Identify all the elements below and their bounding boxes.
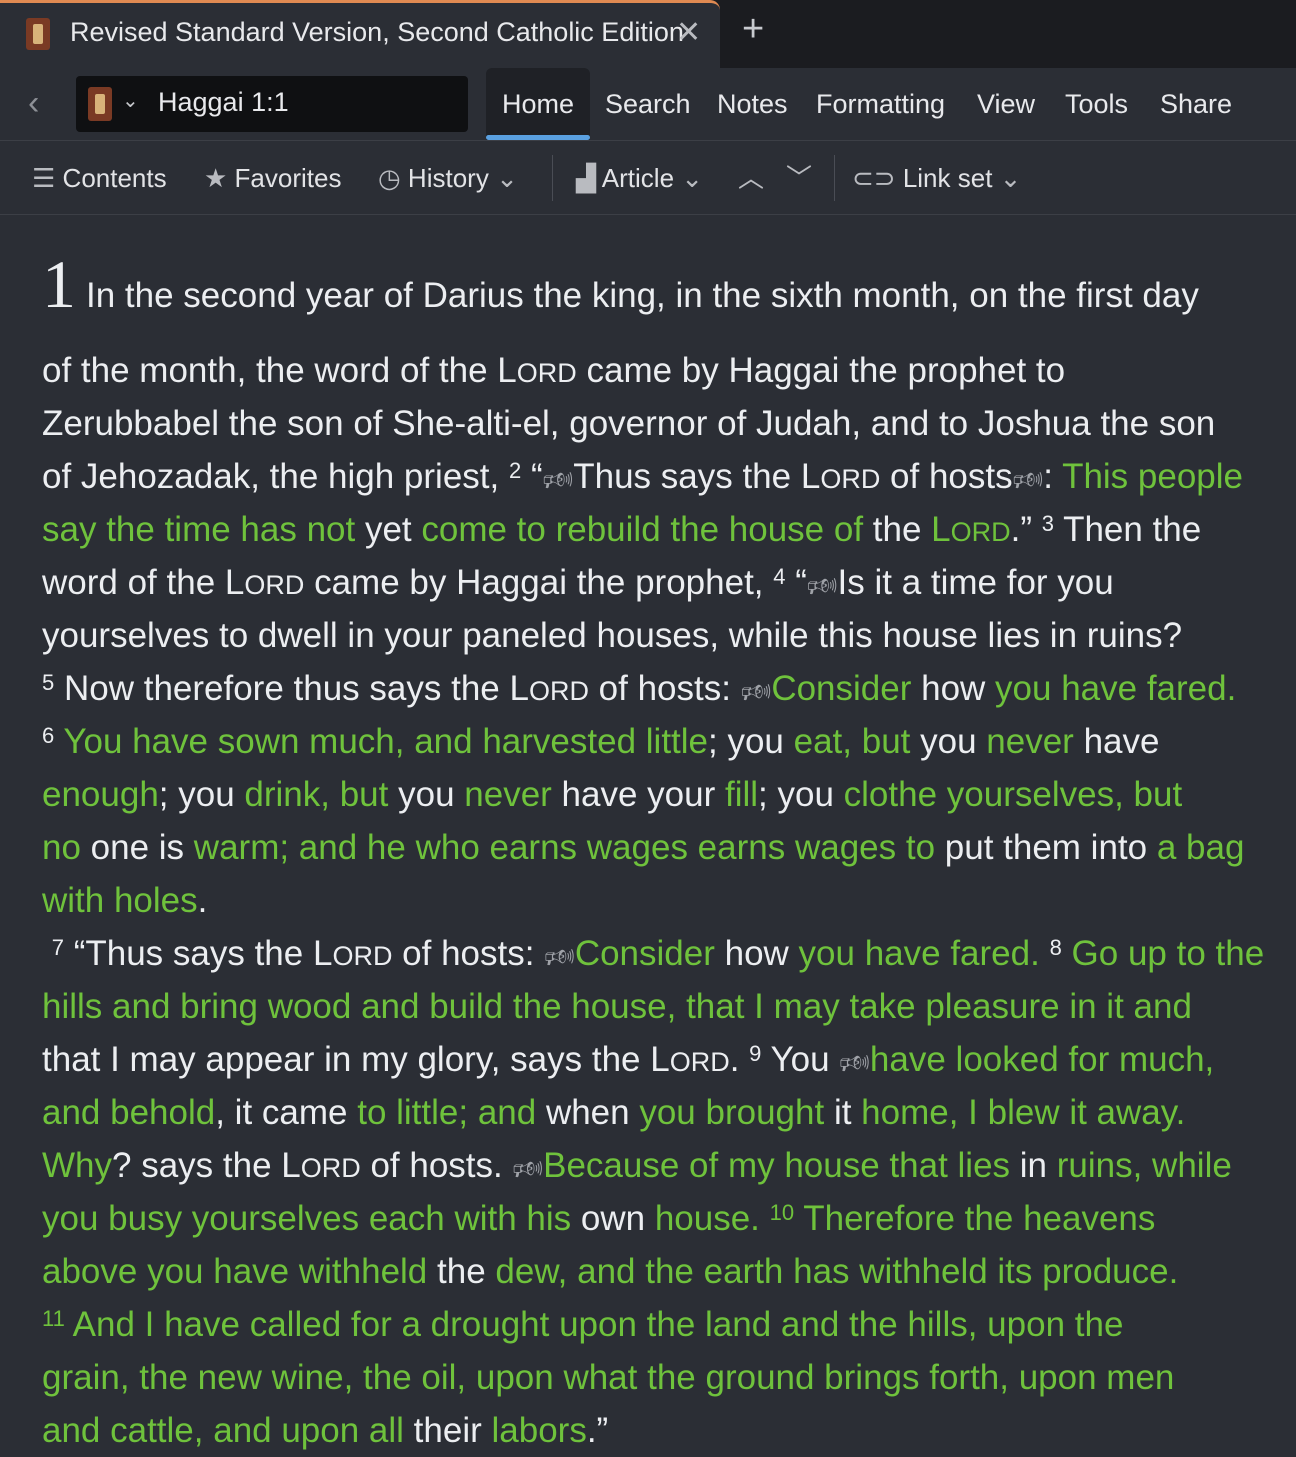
navigation-row: ‹ ⌄ Haggai 1:1 Home Search Notes Formatt…	[0, 68, 1296, 141]
tab-view[interactable]: View	[977, 68, 1035, 140]
link-set-button[interactable]: ⊂⊃ Link set ⌄	[852, 141, 1021, 215]
tab-share[interactable]: Share	[1160, 68, 1232, 140]
speech-marker-icon[interactable]: 🕬	[741, 679, 772, 706]
article-label: Article	[601, 163, 675, 193]
tab-notes[interactable]: Notes	[717, 68, 788, 140]
text-line: 7 “Thus says the LORD of hosts: 🕬Conside…	[51, 934, 1265, 973]
add-tab-icon[interactable]: +	[742, 8, 764, 51]
text-line: Why? says the LORD of hosts. 🕬Because of…	[42, 1146, 1232, 1185]
text-line: that I may appear in my glory, says the …	[42, 1040, 1215, 1079]
chevron-up-icon: ︿	[738, 163, 765, 193]
clock-icon: ◷	[378, 163, 401, 193]
bible-book-icon	[26, 18, 50, 50]
history-button[interactable]: ◷ History ⌄	[378, 141, 518, 215]
chevron-down-icon[interactable]: ⌄	[122, 88, 139, 113]
tab-search[interactable]: Search	[605, 68, 691, 140]
chevron-down-icon: ⌄	[681, 163, 704, 193]
tab-tools[interactable]: Tools	[1065, 68, 1128, 140]
toolbar-divider	[552, 155, 553, 201]
toolbar-divider	[834, 155, 835, 201]
text-line: and behold, it came to little; and when …	[42, 1093, 1186, 1132]
text-line: word of the LORD came by Haggai the prop…	[42, 563, 1114, 602]
history-label: History	[407, 163, 489, 193]
text-line: 11 And I have called for a drought upon …	[42, 1305, 1124, 1344]
text-line: Zerubbabel the son of She-alti-el, gover…	[42, 404, 1216, 443]
text-line: of the month, the word of the LORD came …	[42, 351, 1066, 390]
text-line: hills and bring wood and build the house…	[42, 987, 1192, 1026]
favorites-button[interactable]: ★ Favorites	[204, 141, 341, 215]
contents-label: Contents	[62, 163, 167, 193]
chevron-down-icon: ⌄	[999, 163, 1022, 193]
favorites-label: Favorites	[234, 163, 342, 193]
text-line: enough; you drink, but you never have yo…	[42, 775, 1183, 814]
speech-marker-icon[interactable]: 🕬	[807, 573, 838, 600]
link-set-label: Link set	[902, 163, 993, 193]
text-line: and cattle, and upon all their labors.”	[42, 1411, 609, 1450]
bible-text: 1 In the second year of Darius the king, …	[42, 224, 1266, 1457]
speech-marker-icon[interactable]: 🕬	[543, 467, 574, 494]
text-line: you busy yourselves each with his own ho…	[42, 1199, 1156, 1238]
speech-marker-icon[interactable]: 🕬	[544, 944, 575, 971]
next-article-button[interactable]: ﹀	[786, 141, 812, 215]
article-button[interactable]: ▟ Article ⌄	[576, 141, 703, 215]
window-tab-bar: Revised Standard Version, Second Catholi…	[0, 0, 1296, 68]
text-line: with holes.	[42, 881, 208, 920]
close-icon[interactable]: ✕	[676, 15, 701, 50]
text-line: 5 Now therefore thus says the LORD of ho…	[42, 669, 1237, 708]
text-line: yourselves to dwell in your paneled hous…	[42, 616, 1183, 655]
text-line: say the time has not yet come to rebuild…	[42, 510, 1202, 549]
bars-icon: ▟	[576, 163, 596, 193]
star-icon: ★	[204, 163, 228, 193]
link-icon: ⊂⊃	[852, 163, 896, 193]
previous-article-button[interactable]: ︿	[738, 141, 764, 215]
reference-box[interactable]: ⌄ Haggai 1:1	[76, 76, 468, 132]
text-line: of Jehozadak, the high priest, 2 “🕬Thus …	[42, 457, 1244, 496]
speech-marker-icon[interactable]: 🕬	[839, 1050, 870, 1077]
list-icon: ☰	[32, 163, 56, 193]
chevron-down-icon: ﹀	[786, 163, 813, 193]
reference-input[interactable]: Haggai 1:1	[158, 87, 289, 118]
tab-home[interactable]: Home	[486, 68, 591, 140]
contents-button[interactable]: ☰ Contents	[32, 141, 167, 215]
resource-book-icon	[88, 87, 112, 121]
chapter-number: 1	[42, 246, 76, 322]
tab-formatting[interactable]: Formatting	[816, 68, 945, 140]
document-tab[interactable]: Revised Standard Version, Second Catholi…	[0, 0, 720, 68]
text-line: above you have withheld the dew, and the…	[42, 1252, 1179, 1291]
resource-toolbar: ☰ Contents ★ Favorites ◷ History ⌄ ▟ Art…	[0, 141, 1296, 215]
text-line: 1 In the second year of Darius the king, …	[42, 246, 1199, 322]
chevron-down-icon: ⌄	[496, 163, 518, 193]
document-tab-title: Revised Standard Version, Second Catholi…	[70, 17, 684, 47]
speech-marker-icon[interactable]: 🕬	[512, 1156, 543, 1183]
text-line: 6 You have sown much, and harvested litt…	[42, 722, 1160, 761]
back-arrow-icon[interactable]: ‹	[28, 84, 39, 123]
text-line: grain, the new wine, the oil, upon what …	[42, 1358, 1175, 1397]
text-line: no one is warm; and he who earns wages e…	[42, 828, 1245, 867]
speech-marker-icon[interactable]: 🕬	[1013, 467, 1044, 494]
